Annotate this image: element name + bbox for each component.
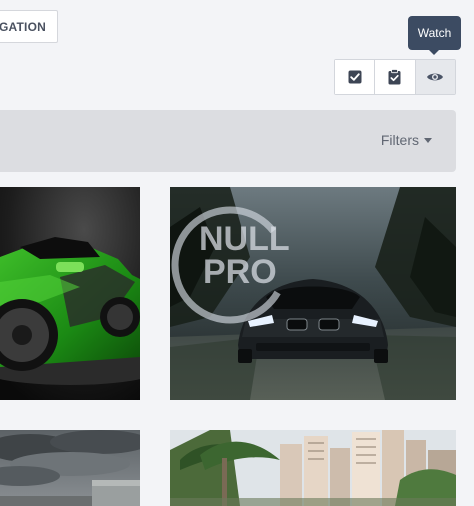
- watermark-line2: PRO: [203, 253, 277, 291]
- checkbox-checked-icon: [348, 70, 362, 84]
- checkbox-button[interactable]: [335, 60, 376, 94]
- gallery-tile-palm-city[interactable]: [170, 430, 456, 506]
- filters-dropdown[interactable]: Filters: [381, 132, 432, 148]
- clipboard-button[interactable]: [375, 60, 416, 94]
- filters-label: Filters: [380, 132, 419, 148]
- clipboard-check-icon: [388, 69, 401, 85]
- gallery-tile-black-bmw[interactable]: NULL PRO: [170, 187, 456, 400]
- view-toggle-group: [334, 59, 456, 95]
- black-bmw-image: NULL PRO: [170, 187, 456, 400]
- watch-tooltip: Watch: [408, 16, 461, 50]
- tooltip-arrow: [429, 50, 439, 55]
- tooltip-label: Watch: [417, 26, 452, 40]
- gallery-tile-green-car[interactable]: [0, 187, 140, 400]
- green-car-image: [0, 187, 140, 400]
- watch-button[interactable]: [415, 60, 455, 94]
- filter-bar: Filters: [0, 110, 456, 172]
- palm-city-image: [170, 430, 456, 506]
- gallery-tile-stormy-sky[interactable]: [0, 430, 140, 506]
- navigation-button[interactable]: IGATION: [0, 10, 58, 43]
- eye-icon: [427, 73, 444, 81]
- caret-down-icon: [424, 138, 432, 143]
- stormy-sky-image: [0, 430, 140, 506]
- navigation-button-label: IGATION: [0, 19, 46, 34]
